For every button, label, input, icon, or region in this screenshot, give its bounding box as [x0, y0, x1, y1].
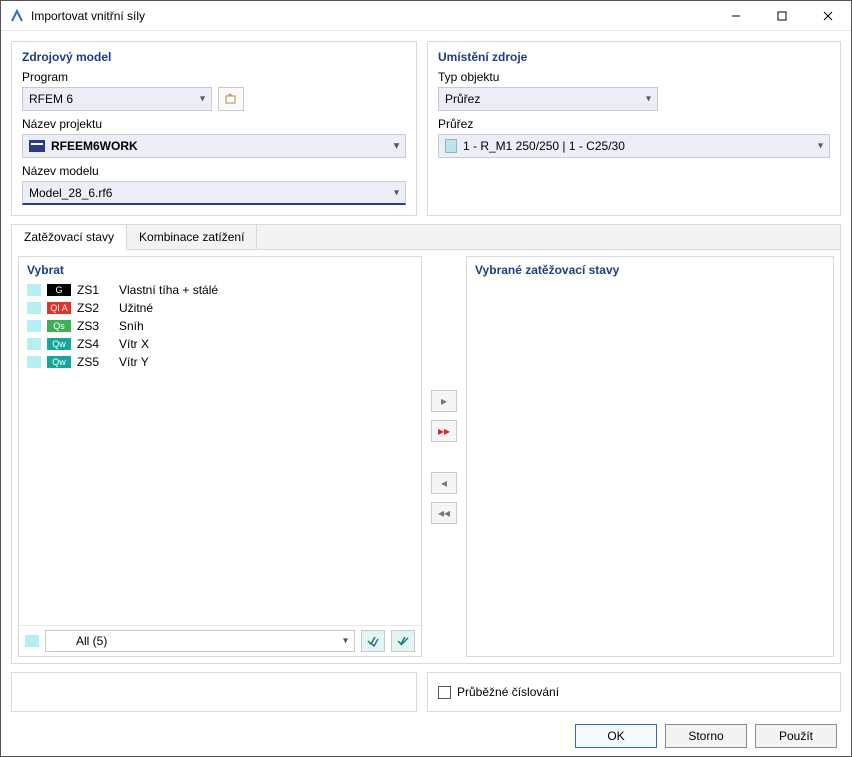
project-select[interactable]: RFEEM6WORK ▾: [22, 134, 406, 158]
filter-value: All (5): [52, 634, 107, 648]
program-value: RFEM 6: [29, 92, 73, 106]
loadcase-description: Vlastní tíha + stálé: [119, 283, 413, 297]
color-swatch: [27, 284, 41, 296]
chevron-down-icon: ▾: [818, 141, 823, 152]
object-type-value: Průřez: [445, 92, 480, 106]
selected-list-panel: Vybrané zatěžovací stavy: [466, 256, 834, 657]
list-item[interactable]: Qw ZS4 Vítr X: [19, 335, 421, 353]
loadcase-code: ZS2: [77, 301, 113, 315]
color-swatch: [27, 356, 41, 368]
loadcase-code: ZS3: [77, 319, 113, 333]
loadcase-description: Vítr Y: [119, 355, 413, 369]
category-badge: Qw: [47, 356, 71, 368]
app-icon: [9, 8, 25, 24]
available-list-title: Vybrat: [19, 257, 421, 281]
list-item[interactable]: G ZS1 Vlastní tíha + stálé: [19, 281, 421, 299]
maximize-button[interactable]: [759, 1, 805, 30]
ok-button[interactable]: OK: [575, 724, 657, 748]
move-buttons-column: ▸ ▸▸ ◂ ◂◂: [422, 256, 466, 657]
minimize-button[interactable]: [713, 1, 759, 30]
chevron-down-icon: ▾: [343, 636, 348, 647]
available-list-panel: Vybrat G ZS1 Vlastní tíha + stálé QI A ZS2 Už…: [18, 256, 422, 657]
loadcase-tabs: Zatěžovací stavy Kombinace zatížení Vybr…: [11, 224, 841, 664]
source-model-panel: Zdrojový model Program RFEM 6 ▾ Název pr…: [11, 41, 417, 216]
bottom-right-panel: Průběžné číslování: [427, 672, 841, 712]
color-swatch: [27, 302, 41, 314]
project-value: RFEEM6WORK: [51, 139, 138, 153]
category-badge: Qs: [47, 320, 71, 332]
move-all-right-button[interactable]: ▸▸: [431, 420, 457, 442]
dialog-content: Zdrojový model Program RFEM 6 ▾ Název pr…: [1, 31, 851, 756]
source-location-title: Umístění zdroje: [438, 50, 830, 64]
move-right-button[interactable]: ▸: [431, 390, 457, 412]
source-location-panel: Umístění zdroje Typ objektu Průřez ▾ Prů…: [427, 41, 841, 216]
loadcase-code: ZS4: [77, 337, 113, 351]
loadcase-code: ZS5: [77, 355, 113, 369]
loadcase-code: ZS1: [77, 283, 113, 297]
selected-list[interactable]: [467, 281, 833, 656]
object-type-select[interactable]: Průřez ▾: [438, 87, 658, 111]
program-select[interactable]: RFEM 6 ▾: [22, 87, 212, 111]
available-list-footer: All (5) ▾: [19, 625, 421, 656]
category-badge: QI A: [47, 302, 71, 314]
list-item[interactable]: Qs ZS3 Sníh: [19, 317, 421, 335]
tab-loadcases[interactable]: Zatěžovací stavy: [12, 225, 127, 250]
bottom-row: Průběžné číslování: [11, 672, 841, 712]
apply-button[interactable]: Použít: [755, 724, 837, 748]
cross-section-select[interactable]: 1 - R_M1 250/250 | 1 - C25/30 ▾: [438, 134, 830, 158]
loadcase-description: Užitné: [119, 301, 413, 315]
loadcase-description: Vítr X: [119, 337, 413, 351]
dialog-button-bar: OK Storno Použít: [11, 720, 841, 748]
object-type-label: Typ objektu: [438, 70, 830, 84]
category-badge: G: [47, 284, 71, 296]
cross-section-value: 1 - R_M1 250/250 | 1 - C25/30: [463, 139, 625, 153]
loadcase-description: Sníh: [119, 319, 413, 333]
list-item[interactable]: QI A ZS2 Užitné: [19, 299, 421, 317]
move-left-button[interactable]: ◂: [431, 472, 457, 494]
tabstrip: Zatěžovací stavy Kombinace zatížení: [12, 225, 840, 250]
filter-select[interactable]: All (5) ▾: [45, 630, 355, 652]
titlebar: Importovat vnitřní síly: [1, 1, 851, 31]
chevron-down-icon: ▾: [394, 141, 399, 152]
chevron-down-icon: ▾: [646, 94, 651, 105]
chevron-down-icon: ▾: [394, 187, 399, 198]
continuous-numbering-label: Průběžné číslování: [457, 685, 559, 699]
selected-list-title: Vybrané zatěžovací stavy: [467, 257, 833, 281]
move-all-left-button[interactable]: ◂◂: [431, 502, 457, 524]
dialog-window: Importovat vnitřní síly Zdrojový model P…: [0, 0, 852, 757]
open-file-button[interactable]: [218, 87, 244, 111]
available-list[interactable]: G ZS1 Vlastní tíha + stálé QI A ZS2 Užitné Qs Z…: [19, 281, 421, 625]
window-buttons: [713, 1, 851, 30]
category-badge: Qw: [47, 338, 71, 350]
source-model-title: Zdrojový model: [22, 50, 406, 64]
continuous-numbering-checkbox[interactable]: [438, 686, 451, 699]
tab-combinations[interactable]: Kombinace zatížení: [127, 225, 257, 249]
project-icon: [29, 140, 45, 152]
uncheck-all-button[interactable]: [391, 630, 415, 652]
cross-section-label: Průřez: [438, 117, 830, 131]
program-label: Program: [22, 70, 406, 84]
color-swatch: [27, 320, 41, 332]
list-item[interactable]: Qw ZS5 Vítr Y: [19, 353, 421, 371]
bottom-left-panel: [11, 672, 417, 712]
tab-body: Vybrat G ZS1 Vlastní tíha + stálé QI A ZS2 Už…: [12, 250, 840, 663]
check-all-button[interactable]: [361, 630, 385, 652]
model-select[interactable]: Model_28_6.rf6 ▾: [22, 181, 406, 205]
project-label: Název projektu: [22, 117, 406, 131]
model-label: Název modelu: [22, 164, 406, 178]
cancel-button[interactable]: Storno: [665, 724, 747, 748]
top-row: Zdrojový model Program RFEM 6 ▾ Název pr…: [11, 41, 841, 216]
filter-swatch: [25, 635, 39, 647]
chevron-down-icon: ▾: [200, 94, 205, 105]
color-swatch: [27, 338, 41, 350]
cross-section-icon: [445, 139, 457, 153]
window-title: Importovat vnitřní síly: [31, 9, 713, 23]
close-button[interactable]: [805, 1, 851, 30]
model-value: Model_28_6.rf6: [29, 186, 112, 200]
